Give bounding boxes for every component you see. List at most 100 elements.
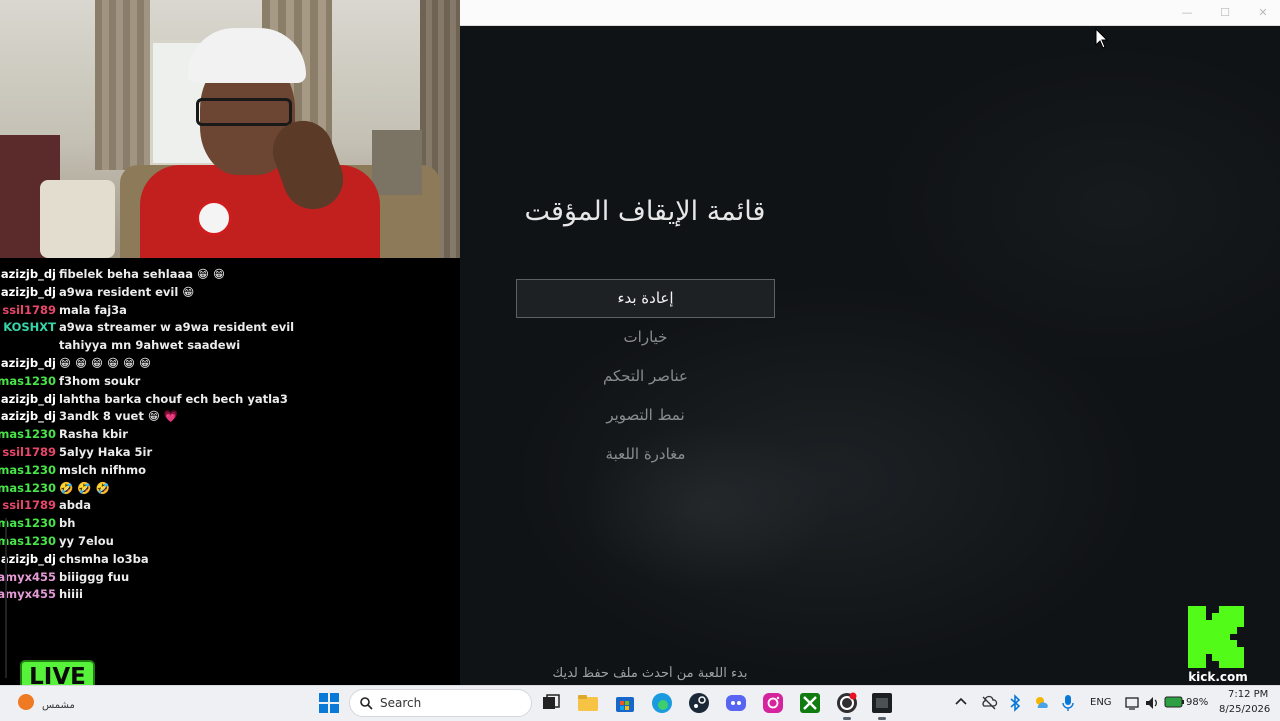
chat-text: 😁 😁 😁 😁 😁 😁 <box>59 355 151 370</box>
discord-icon[interactable] <box>725 692 747 714</box>
bluetooth-icon[interactable] <box>1008 694 1022 712</box>
stream-chat: azizjb_dj fibelek beha sehlaaa 😁 😁 azizjb_… <box>0 258 460 685</box>
menu-item-options[interactable]: خيارات <box>516 318 775 357</box>
chat-message: azizjb_dj 3andk 8 vuet 😁 💗 <box>0 408 340 426</box>
streamer-shirt <box>140 165 380 258</box>
chat-text: mala faj3a <box>59 302 127 317</box>
chat-username[interactable]: amyx455 <box>0 569 56 587</box>
windows-start-icon[interactable] <box>318 692 340 714</box>
clock-date[interactable]: 8/25/2026 <box>1219 704 1270 715</box>
chat-message: KOSHXT a9wa streamer w a9wa resident evil… <box>0 319 340 355</box>
chat-text: f3hom soukr <box>59 373 141 388</box>
chat-text: Rasha kbir <box>59 427 128 442</box>
volume-icon[interactable] <box>1144 694 1160 712</box>
chat-text: fibelek beha sehlaaa 😁 😁 <box>59 267 225 281</box>
chat-message: mas1230 mslch nifhmo <box>0 462 340 480</box>
chat-username[interactable]: mas1230 <box>0 533 56 551</box>
maximize-button[interactable]: ☐ <box>1206 0 1244 25</box>
chat-username[interactable]: amyx455 <box>0 586 56 604</box>
chat-text: biiiggg fuu <box>59 569 130 584</box>
chat-text: abda <box>59 498 91 513</box>
instagram-icon[interactable] <box>762 692 784 714</box>
weather-sun-icon[interactable] <box>18 694 34 710</box>
search-label: Search <box>380 696 422 710</box>
chevron-up-icon[interactable] <box>954 695 968 709</box>
chat-username[interactable]: azizjb_dj <box>0 266 56 284</box>
task-view-icon[interactable] <box>540 692 562 714</box>
mouse-cursor-icon <box>1095 28 1109 49</box>
menu-description: بدء اللعبة من أحدث ملف حفظ لديك <box>552 666 748 681</box>
chat-message: mas1230 Rasha kbir <box>0 426 340 444</box>
chat-text: 3andk 8 vuet 😁 💗 <box>59 409 179 424</box>
menu-item-quit-game[interactable]: مغادرة اللعبة <box>516 435 775 474</box>
chat-username[interactable]: azizjb_dj <box>0 355 56 373</box>
pause-menu-title: قائمة الإيقاف المؤقت <box>524 196 766 227</box>
edge-icon[interactable] <box>651 692 673 714</box>
battery-icon[interactable] <box>1164 695 1186 709</box>
microphone-icon[interactable] <box>1061 694 1075 712</box>
network-icon[interactable] <box>1124 694 1140 712</box>
chat-message: mas1230 yy 7elou <box>0 533 340 551</box>
chat-message: azizjb_dj lahtha barka chouf ech bech yat… <box>0 391 340 409</box>
chat-text: lahtha barka chouf ech bech yatla3 <box>59 391 288 406</box>
weather-widget-icon[interactable] <box>1033 694 1051 712</box>
windows-taskbar: مشمس Search ENG 98% 7:12 PM 8/25/2026 <box>0 685 1280 721</box>
obs-icon[interactable] <box>836 692 858 714</box>
chat-username[interactable]: mas1230 <box>0 480 56 498</box>
chat-username[interactable]: mas1230 <box>0 462 56 480</box>
taskbar-search[interactable]: Search <box>349 689 532 717</box>
window-titlebar: — ☐ ✕ <box>460 0 1280 26</box>
minimize-button[interactable]: — <box>1168 0 1206 25</box>
game-window: — ☐ ✕ قائمة الإيقاف المؤقت إعادة بدء خيا… <box>460 0 1280 685</box>
battery-percent: 98% <box>1186 697 1209 708</box>
cloud-sync-off-icon[interactable] <box>980 694 998 712</box>
chat-username[interactable]: azizjb_dj <box>0 391 56 409</box>
chat-username[interactable]: KOSHXT <box>0 319 56 355</box>
chat-username[interactable]: azizjb_dj <box>0 284 56 302</box>
chat-text: mslch nifhmo <box>59 462 146 477</box>
close-button[interactable]: ✕ <box>1244 0 1280 25</box>
pause-menu: إعادة بدء خيارات عناصر التحكم نمط التصوي… <box>516 279 775 474</box>
language-indicator[interactable]: ENG <box>1090 697 1112 708</box>
file-explorer-icon[interactable] <box>577 692 599 714</box>
search-icon <box>360 697 373 710</box>
xbox-icon[interactable] <box>799 692 821 714</box>
chat-message: mas1230 f3hom soukr <box>0 373 340 391</box>
chat-username[interactable]: mas1230 <box>0 515 56 533</box>
menu-item-photo-mode[interactable]: نمط التصوير <box>516 396 775 435</box>
chat-message: amyx455 biiiggg fuu <box>0 569 340 587</box>
weather-label: مشمس <box>42 700 75 711</box>
chat-text: chsmha lo3ba <box>59 551 149 566</box>
chat-message: mas1230 🤣 🤣 🤣 <box>0 480 340 498</box>
chat-username[interactable]: mas1230 <box>0 373 56 391</box>
game-icon[interactable] <box>871 692 893 714</box>
chat-text: yy 7elou <box>59 533 114 548</box>
chat-username[interactable]: azizjb_dj <box>0 551 56 569</box>
chat-username[interactable]: ssil1789 <box>0 302 56 320</box>
chat-message: azizjb_dj a9wa resident evil 😁 <box>0 284 340 302</box>
tunisia-crest-icon <box>196 200 232 236</box>
webcam-feed <box>0 0 460 258</box>
streamer-glasses <box>196 98 292 126</box>
steam-icon[interactable] <box>688 692 710 714</box>
chat-message: ssil1789 abda <box>0 497 340 515</box>
clock-time[interactable]: 7:12 PM <box>1228 689 1268 700</box>
chat-message: azizjb_dj fibelek beha sehlaaa 😁 😁 <box>0 266 340 284</box>
chat-text: 5alyy Haka 5ir <box>59 444 153 459</box>
chat-message-list: azizjb_dj fibelek beha sehlaaa 😁 😁 azizjb_… <box>0 266 340 604</box>
store-icon[interactable] <box>614 692 636 714</box>
chat-text: 🤣 🤣 🤣 <box>59 480 110 495</box>
chat-message: azizjb_dj 😁 😁 😁 😁 😁 😁 <box>0 355 340 373</box>
menu-item-controls[interactable]: عناصر التحكم <box>516 357 775 396</box>
chat-username[interactable]: ssil1789 <box>0 444 56 462</box>
chat-message: ssil1789 mala faj3a <box>0 302 340 320</box>
chat-message: azizjb_dj chsmha lo3ba <box>0 551 340 569</box>
chat-username[interactable]: ssil1789 <box>0 497 56 515</box>
kick-logo-icon <box>1188 606 1244 668</box>
menu-item-restart[interactable]: إعادة بدء <box>516 279 775 318</box>
chat-text: hiiii <box>59 587 83 602</box>
chat-username[interactable]: azizjb_dj <box>0 408 56 426</box>
chat-message: mas1230 bh <box>0 515 340 533</box>
chat-text: bh <box>59 516 76 531</box>
chat-username[interactable]: mas1230 <box>0 426 56 444</box>
